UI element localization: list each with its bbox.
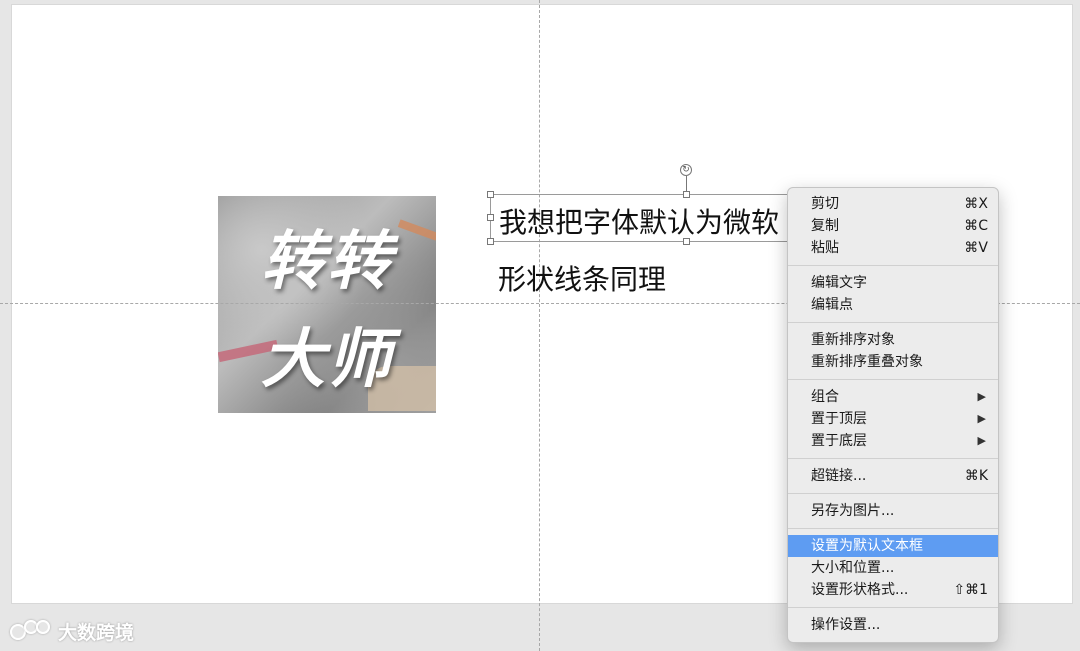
submenu-arrow-icon: ▶: [977, 412, 986, 425]
menu-item-label: 超链接...: [811, 468, 867, 484]
menu-separator: [788, 458, 998, 459]
menu-item-label: 编辑点: [811, 297, 853, 313]
logo-text-line2: 大师: [261, 323, 393, 397]
menu-item-label: 置于顶层: [811, 411, 867, 427]
menu-item-label: 操作设置...: [811, 617, 881, 633]
menu-item-label: 设置形状格式...: [811, 582, 909, 598]
watermark: 大数跨境: [10, 618, 134, 644]
menu-item-label: 剪切: [811, 196, 839, 212]
menu-item-label: 大小和位置...: [811, 560, 895, 576]
menu-separator: [788, 379, 998, 380]
menu-item-shortcut: ⌘V: [964, 240, 988, 256]
menu-item[interactable]: 置于顶层 ▶: [788, 408, 998, 430]
menu-item[interactable]: 另存为图片...: [788, 500, 998, 522]
logo-text-line1: 转转: [261, 225, 393, 299]
menu-item-shortcut: ⇧⌘1: [953, 582, 988, 598]
menu-separator: [788, 265, 998, 266]
rotate-handle-stem: [686, 176, 687, 192]
menu-item-label: 复制: [811, 218, 839, 234]
menu-item-shortcut: ⌘C: [964, 218, 988, 234]
submenu-arrow-icon: ▶: [977, 434, 986, 447]
resize-handle-top-left[interactable]: [487, 191, 494, 198]
menu-separator: [788, 607, 998, 608]
textbox-text[interactable]: 我想把字体默认为微软: [499, 201, 779, 241]
shape-line-text[interactable]: 形状线条同理: [498, 258, 666, 298]
menu-item-label: 编辑文字: [811, 275, 867, 291]
menu-item[interactable]: 重新排序对象: [788, 329, 998, 351]
selected-textbox[interactable]: 我想把字体默认为微软: [490, 194, 790, 242]
menu-separator: [788, 322, 998, 323]
resize-handle-bottom-left[interactable]: [487, 238, 494, 245]
menu-item[interactable]: 设置为默认文本框: [788, 535, 998, 557]
menu-item-label: 重新排序重叠对象: [811, 354, 923, 370]
menu-item[interactable]: 置于底层 ▶: [788, 430, 998, 452]
menu-item[interactable]: 复制 ⌘C: [788, 215, 998, 237]
menu-item[interactable]: 操作设置...: [788, 614, 998, 636]
menu-item[interactable]: 组合 ▶: [788, 386, 998, 408]
watermark-text: 大数跨境: [58, 621, 135, 644]
menu-item-label: 粘贴: [811, 240, 839, 256]
menu-item-label: 组合: [811, 389, 839, 405]
submenu-arrow-icon: ▶: [977, 390, 986, 403]
menu-item[interactable]: 大小和位置...: [788, 557, 998, 579]
menu-item[interactable]: 编辑点: [788, 294, 998, 316]
rotate-handle-icon[interactable]: ↻: [680, 164, 692, 176]
context-menu[interactable]: 剪切 ⌘X 复制 ⌘C 粘贴 ⌘V 编辑文字 编辑点 重新排序对象 重新排序重叠对象 组合 ▶ 置于顶层…: [787, 187, 999, 643]
resize-handle-left[interactable]: [487, 214, 494, 221]
menu-item[interactable]: 编辑文字: [788, 272, 998, 294]
menu-item[interactable]: 重新排序重叠对象: [788, 351, 998, 373]
resize-handle-top[interactable]: [683, 191, 690, 198]
menu-item[interactable]: 剪切 ⌘X: [788, 193, 998, 215]
vertical-guide[interactable]: [539, 0, 540, 651]
menu-separator: [788, 528, 998, 529]
menu-item[interactable]: 粘贴 ⌘V: [788, 237, 998, 259]
logo-image[interactable]: 转转 大师: [218, 196, 436, 413]
menu-item-shortcut: ⌘K: [964, 468, 988, 484]
menu-item-label: 另存为图片...: [811, 503, 895, 519]
menu-item-shortcut: ⌘X: [964, 196, 988, 212]
menu-item[interactable]: 设置形状格式... ⇧⌘1: [788, 579, 998, 601]
menu-item-label: 置于底层: [811, 433, 867, 449]
menu-item[interactable]: 超链接... ⌘K: [788, 465, 998, 487]
menu-item-label: 设置为默认文本框: [811, 538, 923, 554]
menu-item-label: 重新排序对象: [811, 332, 895, 348]
menu-separator: [788, 493, 998, 494]
resize-handle-bottom[interactable]: [683, 238, 690, 245]
watermark-logo-icon: [10, 620, 54, 642]
